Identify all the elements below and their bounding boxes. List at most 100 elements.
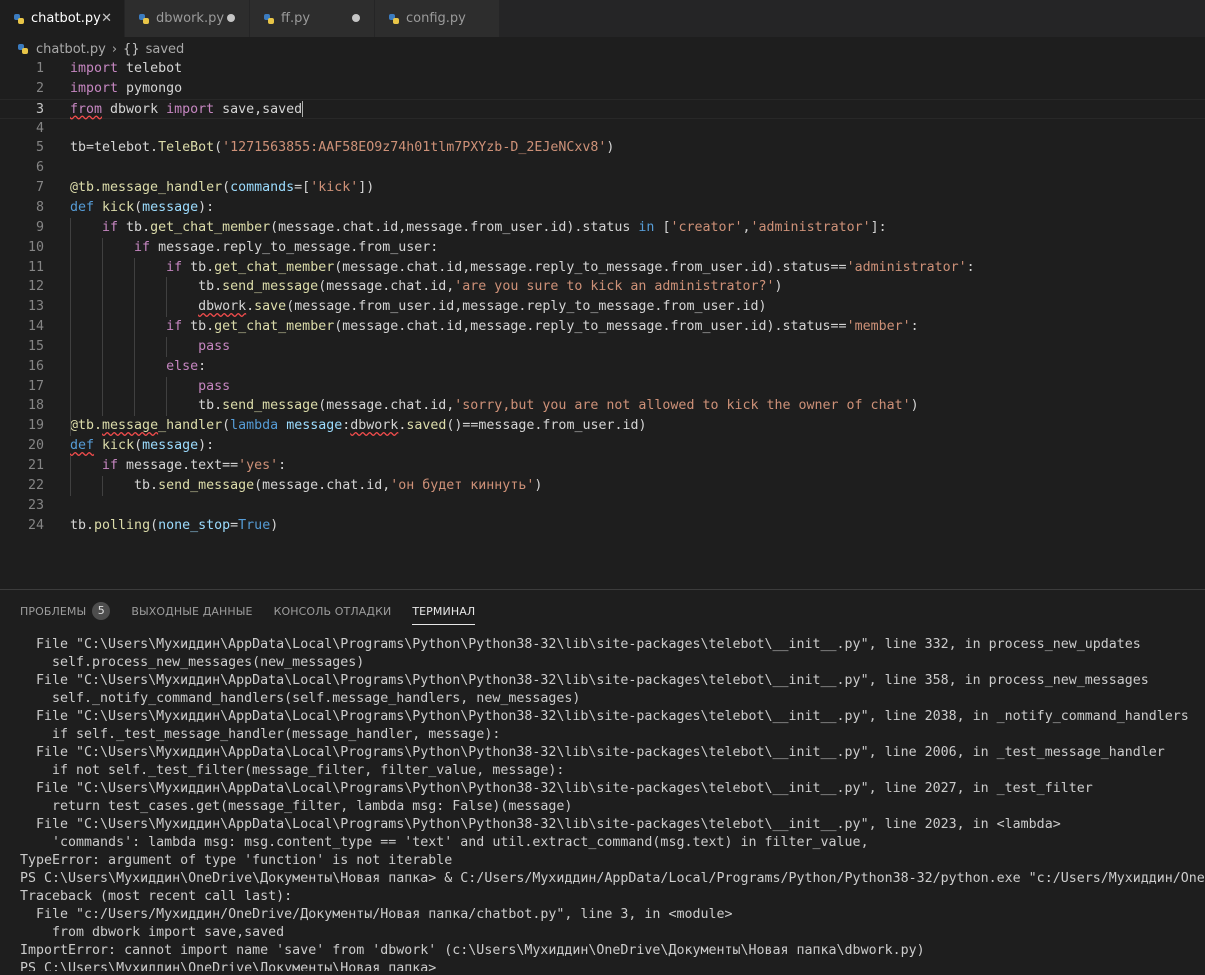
code-text[interactable]: pass <box>70 377 230 397</box>
line-number: 19 <box>27 418 44 434</box>
symbol-braces-icon: {} <box>123 41 140 57</box>
line-number: 10 <box>27 239 44 255</box>
code-text[interactable]: tb.send_message(message.chat.id,'sorry,b… <box>70 396 919 416</box>
tab-label: chatbot.py <box>31 11 101 26</box>
line-number: 7 <box>35 180 44 196</box>
tab-label: ВЫХОДНЫЕ ДАННЫЕ <box>131 604 253 618</box>
code-text[interactable]: if tb.get_chat_member(message.chat.id,me… <box>70 258 975 278</box>
code-line[interactable]: 22 tb.send_message(message.chat.id,'он б… <box>0 476 1205 496</box>
code-text[interactable]: import pymongo <box>70 79 182 99</box>
terminal-line: if self._test_message_handler(message_ha… <box>20 727 501 742</box>
line-number: 6 <box>35 160 44 176</box>
terminal-line: from dbwork import save,saved <box>20 925 285 940</box>
code-text[interactable]: pass <box>70 337 230 357</box>
chevron-right-icon: › <box>111 41 118 57</box>
code-text[interactable]: @tb.message_handler(lambda message:dbwor… <box>70 416 647 436</box>
code-line[interactable]: 3 from dbwork import save,saved <box>0 98 1205 120</box>
code-line[interactable]: 14 if tb.get_chat_member(message.chat.id… <box>0 317 1205 337</box>
code-text[interactable]: dbwork.save(message.from_user.id,message… <box>70 297 766 317</box>
code-text[interactable]: tb.send_message(message.chat.id,'он буде… <box>70 476 542 496</box>
code-line[interactable]: 18 tb.send_message(message.chat.id,'sorr… <box>0 396 1205 416</box>
code-line[interactable]: 6 <box>0 158 1205 178</box>
code-text[interactable]: if tb.get_chat_member(message.chat.id,me… <box>70 317 919 337</box>
code-text[interactable]: from dbwork import save,saved <box>70 100 304 120</box>
code-text[interactable]: def kick(message): <box>70 436 214 456</box>
line-number: 24 <box>27 517 44 533</box>
code-text[interactable]: tb.polling(none_stop=True) <box>70 516 278 536</box>
python-file-icon <box>18 44 28 54</box>
code-line[interactable]: 16 else: <box>0 357 1205 377</box>
code-line[interactable]: 5 tb=telebot.TeleBot('1271563855:AAF58EO9… <box>0 138 1205 158</box>
code-line[interactable]: 7 @tb.message_handler(commands=['kick']) <box>0 178 1205 198</box>
line-number: 2 <box>35 80 44 96</box>
code-text[interactable]: if tb.get_chat_member(message.chat.id,me… <box>70 218 887 238</box>
code-line[interactable]: 15 pass <box>0 337 1205 357</box>
code-line[interactable]: 10 if message.reply_to_message.from_user… <box>0 238 1205 258</box>
tab-chatbot-py[interactable]: chatbot.py ✕ <box>0 0 125 37</box>
code-text[interactable]: import telebot <box>70 59 182 79</box>
code-text[interactable]: @tb.message_handler(commands=['kick']) <box>70 178 374 198</box>
tab-label: dbwork.py <box>156 11 225 26</box>
line-number: 18 <box>27 398 44 414</box>
tab-debug-console[interactable]: КОНСОЛЬ ОТЛАДКИ <box>274 599 392 623</box>
code-line[interactable]: 9 if tb.get_chat_member(message.chat.id,… <box>0 218 1205 238</box>
indent-guide <box>102 475 103 496</box>
code-line[interactable]: 2 import pymongo <box>0 79 1205 99</box>
code-text[interactable]: tb.send_message(message.chat.id,'are you… <box>70 277 782 297</box>
line-number: 1 <box>35 61 44 76</box>
breadcrumb: chatbot.py › {} saved <box>18 40 184 58</box>
code-text[interactable]: tb=telebot.TeleBot('1271563855:AAF58EO9z… <box>70 138 614 158</box>
tab-terminal[interactable]: ТЕРМИНАЛ <box>412 599 476 625</box>
tab-output[interactable]: ВЫХОДНЫЕ ДАННЫЕ <box>131 599 252 623</box>
terminal-line: File "C:\Users\Мухиддин\AppData\Local\Pr… <box>20 817 1061 832</box>
modified-dot-icon[interactable] <box>352 14 360 22</box>
indent-guide <box>166 376 167 417</box>
line-number: 20 <box>27 438 44 454</box>
code-line[interactable]: 23 <box>0 496 1205 516</box>
breadcrumb-file[interactable]: chatbot.py <box>36 42 106 57</box>
tab-label: ПРОБЛЕМЫ <box>20 604 87 618</box>
terminal-line: self.process_new_messages(new_messages) <box>20 655 365 670</box>
code-text[interactable]: if message.reply_to_message.from_user: <box>70 238 438 258</box>
code-line[interactable]: 8 def kick(message): <box>0 198 1205 218</box>
python-file-icon <box>264 13 274 24</box>
code-editor[interactable]: 1 import telebot 2 import pymongo 3 from dbwo… <box>0 59 1205 589</box>
tab-label: КОНСОЛЬ ОТЛАДКИ <box>273 604 392 618</box>
panel-tabs: ПРОБЛЕМЫ 5 ВЫХОДНЫЕ ДАННЫЕ КОНСОЛЬ ОТЛАД… <box>20 599 496 625</box>
editor-tab-bar: chatbot.py ✕ dbwork.py ff.py config.py <box>0 0 1205 37</box>
code-line[interactable]: 13 dbwork.save(message.from_user.id,mess… <box>0 297 1205 317</box>
terminal-line: ImportError: cannot import name 'save' f… <box>20 943 925 958</box>
code-line[interactable]: 21 if message.text=='yes': <box>0 456 1205 476</box>
tab-problems[interactable]: ПРОБЛЕМЫ 5 <box>20 599 111 623</box>
code-line[interactable]: 4 <box>0 119 1205 139</box>
code-line[interactable]: 17 pass <box>0 377 1205 397</box>
code-text[interactable]: else: <box>70 357 206 377</box>
tab-ff-py[interactable]: ff.py <box>250 0 375 37</box>
code-line[interactable]: 12 tb.send_message(message.chat.id,'are … <box>0 277 1205 297</box>
code-line[interactable]: 1 import telebot <box>0 59 1205 79</box>
tab-label: config.py <box>406 11 466 26</box>
problems-count-badge: 5 <box>92 602 111 620</box>
terminal-output[interactable]: File "C:\Users\Мухиддин\AppData\Local\Pr… <box>20 636 1205 971</box>
code-line[interactable]: 24 tb.polling(none_stop=True) <box>0 516 1205 536</box>
line-number: 12 <box>27 279 44 295</box>
code-line[interactable]: 11 if tb.get_chat_member(message.chat.id… <box>0 258 1205 278</box>
code-text[interactable]: if message.text=='yes': <box>70 456 286 476</box>
bottom-panel: ПРОБЛЕМЫ 5 ВЫХОДНЫЕ ДАННЫЕ КОНСОЛЬ ОТЛАД… <box>0 589 1205 975</box>
tab-dbwork-py[interactable]: dbwork.py <box>125 0 250 37</box>
python-file-icon <box>14 13 24 24</box>
modified-dot-icon[interactable] <box>227 14 235 22</box>
code-line[interactable]: 19 @tb.message_handler(lambda message:dbw… <box>0 416 1205 436</box>
tab-config-py[interactable]: config.py <box>375 0 500 37</box>
breadcrumb-symbol[interactable]: saved <box>146 42 185 57</box>
terminal-line: 'commands': lambda msg: msg.content_type… <box>20 835 869 850</box>
code-line[interactable]: 20 def kick(message): <box>0 436 1205 456</box>
terminal-line: if not self._test_filter(message_filter,… <box>20 763 565 778</box>
close-icon[interactable]: ✕ <box>101 11 112 26</box>
line-number: 17 <box>27 378 44 394</box>
terminal-line: File "C:\Users\Мухиддин\AppData\Local\Pr… <box>20 781 1093 796</box>
code-text[interactable]: def kick(message): <box>70 198 214 218</box>
line-number: 15 <box>27 338 44 354</box>
terminal-line: File "C:\Users\Мухиддин\AppData\Local\Pr… <box>20 637 1141 652</box>
tab-label: ТЕРМИНАЛ <box>412 604 476 618</box>
